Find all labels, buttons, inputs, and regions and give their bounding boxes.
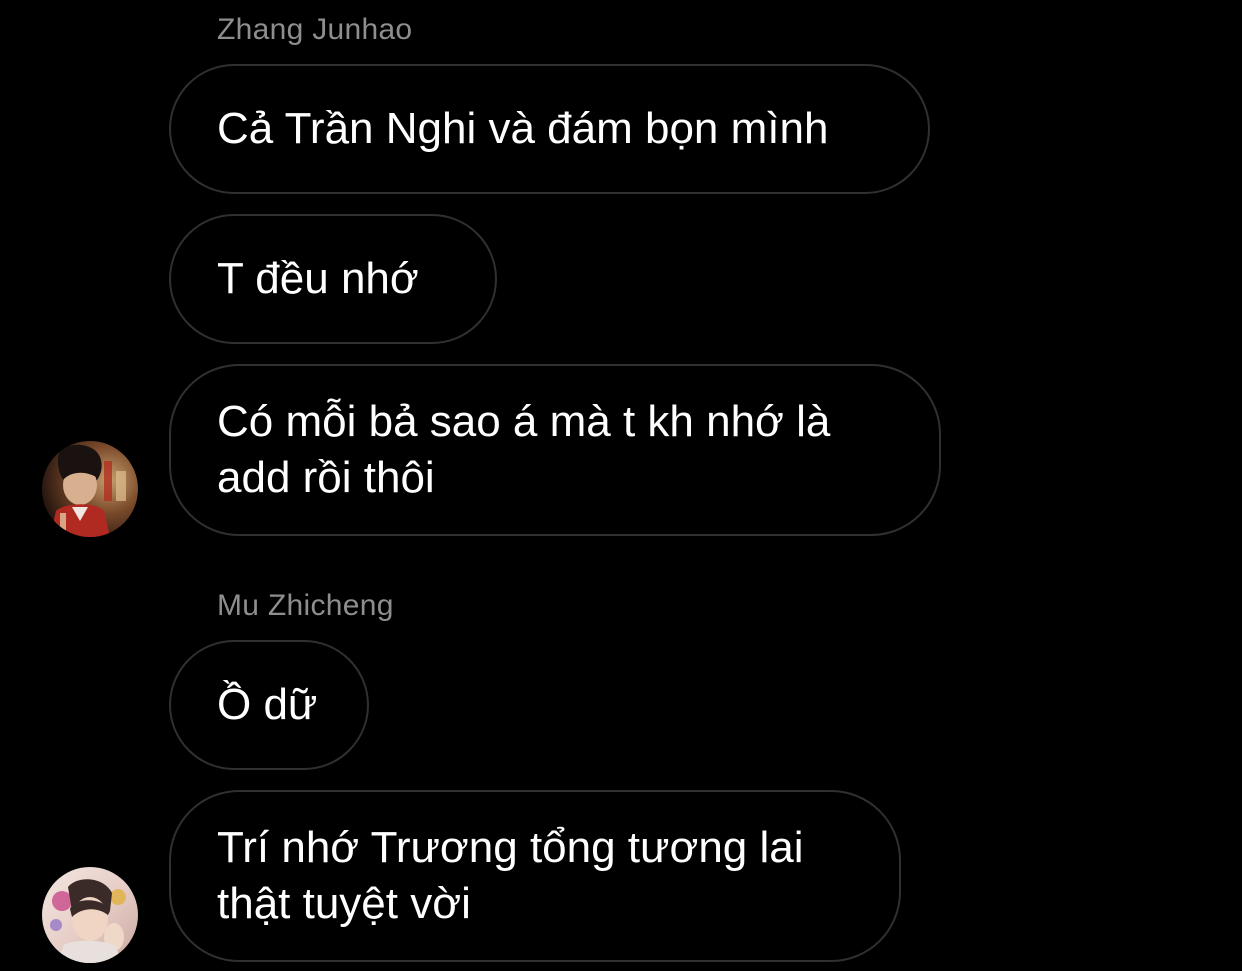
user-avatar-photo-icon (42, 441, 138, 537)
message-text: Trí nhớ Trương tổng tương lai thật tuyệt… (217, 823, 804, 928)
sender-avatar[interactable] (42, 867, 138, 963)
message-bubble[interactable]: T đều nhớ (169, 214, 497, 344)
message-bubble[interactable]: Cả Trần Nghi và đám bọn mình (169, 64, 930, 194)
message-text: Cả Trần Nghi và đám bọn mình (217, 104, 829, 153)
message-text: Có mỗi bả sao á mà t kh nhớ là add rồi t… (217, 397, 831, 502)
message-bubble[interactable]: Ồ dữ (169, 640, 369, 770)
message-text: T đều nhớ (217, 254, 419, 303)
sender-name: Mu Zhicheng (217, 589, 394, 622)
message-bubble[interactable]: Trí nhớ Trương tổng tương lai thật tuyệt… (169, 790, 901, 962)
message-bubble[interactable]: Có mỗi bả sao á mà t kh nhớ là add rồi t… (169, 364, 941, 536)
user-avatar-photo-icon (42, 867, 138, 963)
message-text: Ồ dữ (217, 680, 318, 729)
sender-name: Zhang Junhao (217, 13, 413, 46)
sender-avatar[interactable] (42, 441, 138, 537)
